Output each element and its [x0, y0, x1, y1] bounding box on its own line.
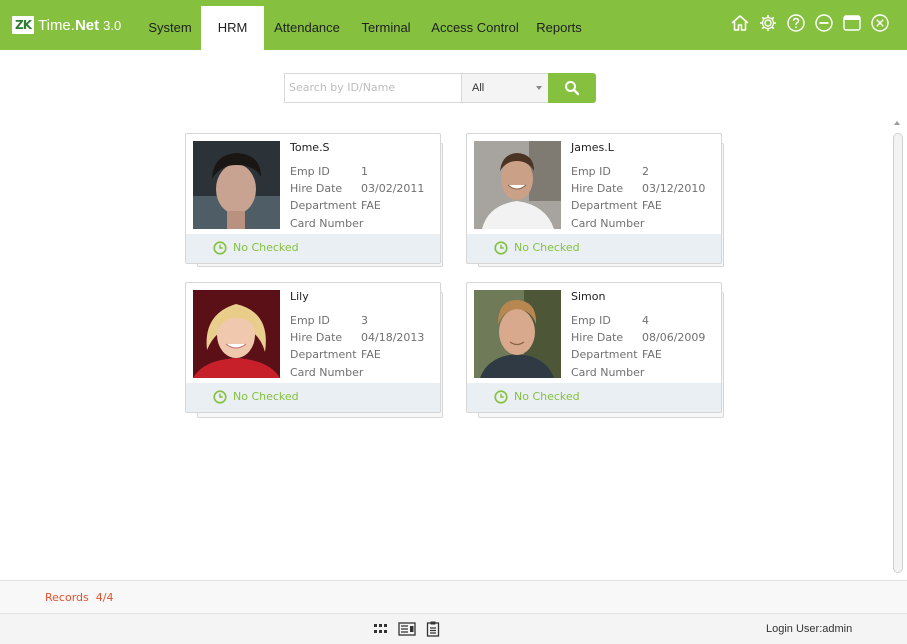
- tab-hrm[interactable]: HRM: [201, 6, 264, 50]
- maximize-icon[interactable]: [841, 12, 863, 34]
- top-nav-bar: ZK Time.Net 3.0 System HRM Attendance Te…: [0, 0, 907, 50]
- hire-date-label: Hire Date: [290, 182, 343, 195]
- check-status: No Checked: [514, 241, 580, 254]
- records-count: Records 4/4: [45, 591, 114, 604]
- view-switcher: [372, 620, 442, 638]
- check-status: No Checked: [514, 390, 580, 403]
- tab-attendance[interactable]: Attendance: [264, 6, 350, 50]
- employee-name: Simon: [571, 290, 606, 303]
- employee-card[interactable]: James.L Emp ID 2 Hire Date 03/12/2010 De…: [466, 133, 722, 264]
- hire-date-value: 03/02/2011: [361, 182, 425, 195]
- emp-id-value: 1: [361, 165, 368, 178]
- card-number-label: Card Number: [290, 366, 364, 379]
- employee-photo: [193, 141, 280, 229]
- card-number-label: Card Number: [571, 217, 645, 230]
- employee-photo: [193, 290, 280, 378]
- department-value: FAE: [642, 348, 662, 361]
- department-label: Department: [571, 199, 638, 212]
- hire-date-label: Hire Date: [290, 331, 343, 344]
- clock-icon: [494, 390, 508, 404]
- check-status: No Checked: [233, 390, 299, 403]
- grid-view-icon[interactable]: [372, 620, 390, 638]
- employee-photo: [474, 141, 561, 229]
- clock-icon: [213, 390, 227, 404]
- emp-id-label: Emp ID: [290, 165, 330, 178]
- card-footer: No Checked: [186, 234, 440, 263]
- home-icon[interactable]: [729, 12, 751, 34]
- list-view-icon[interactable]: [424, 620, 442, 638]
- hire-date-value: 04/18/2013: [361, 331, 425, 344]
- card-footer: No Checked: [186, 383, 440, 412]
- emp-id-value: 3: [361, 314, 368, 327]
- vertical-scrollbar[interactable]: [893, 133, 903, 573]
- status-bar: Login User:admin: [0, 613, 907, 644]
- clock-icon: [494, 241, 508, 255]
- filter-select-value: All: [472, 82, 485, 94]
- minimize-icon[interactable]: [813, 12, 835, 34]
- window-controls: [729, 12, 891, 34]
- tab-reports[interactable]: Reports: [529, 6, 589, 50]
- emp-id-label: Emp ID: [290, 314, 330, 327]
- employee-card[interactable]: Tome.S Emp ID 1 Hire Date 03/02/2011 Dep…: [185, 133, 441, 264]
- search-button[interactable]: [548, 73, 596, 103]
- tab-terminal[interactable]: Terminal: [354, 6, 418, 50]
- employee-name: Tome.S: [290, 141, 330, 154]
- department-label: Department: [571, 348, 638, 361]
- scroll-up-arrow-icon[interactable]: [894, 121, 900, 125]
- search-input[interactable]: [289, 74, 461, 101]
- search-icon: [565, 81, 580, 96]
- app-logo: ZK Time.Net 3.0: [12, 15, 121, 35]
- help-icon[interactable]: [785, 12, 807, 34]
- search-field[interactable]: [284, 73, 461, 103]
- emp-id-label: Emp ID: [571, 165, 611, 178]
- department-value: FAE: [361, 199, 381, 212]
- hire-date-label: Hire Date: [571, 182, 624, 195]
- employee-card[interactable]: Simon Emp ID 4 Hire Date 08/06/2009 Depa…: [466, 282, 722, 413]
- card-view-icon[interactable]: [398, 620, 416, 638]
- tab-system[interactable]: System: [140, 6, 200, 50]
- logo-badge: ZK: [12, 16, 34, 34]
- card-footer: No Checked: [467, 234, 721, 263]
- emp-id-value: 4: [642, 314, 649, 327]
- emp-id-label: Emp ID: [571, 314, 611, 327]
- filter-select[interactable]: All: [461, 73, 549, 103]
- department-label: Department: [290, 199, 357, 212]
- login-user: Login User:admin: [766, 623, 853, 635]
- hire-date-value: 08/06/2009: [642, 331, 706, 344]
- employee-name: Lily: [290, 290, 309, 303]
- card-number-label: Card Number: [571, 366, 645, 379]
- caret-down-icon: [536, 86, 542, 90]
- department-value: FAE: [642, 199, 662, 212]
- employee-name: James.L: [571, 141, 614, 154]
- close-icon[interactable]: [869, 12, 891, 34]
- app-version: 3.0: [103, 17, 122, 33]
- card-footer: No Checked: [467, 383, 721, 412]
- records-bar: Records 4/4: [0, 580, 907, 613]
- tab-access-control[interactable]: Access Control: [426, 6, 524, 50]
- check-status: No Checked: [233, 241, 299, 254]
- gear-icon[interactable]: [757, 12, 779, 34]
- department-label: Department: [290, 348, 357, 361]
- employee-photo: [474, 290, 561, 378]
- logo-text: Time.Net: [38, 16, 100, 34]
- card-number-label: Card Number: [290, 217, 364, 230]
- emp-id-value: 2: [642, 165, 649, 178]
- hire-date-label: Hire Date: [571, 331, 624, 344]
- department-value: FAE: [361, 348, 381, 361]
- hire-date-value: 03/12/2010: [642, 182, 706, 195]
- clock-icon: [213, 241, 227, 255]
- employee-card[interactable]: Lily Emp ID 3 Hire Date 04/18/2013 Depar…: [185, 282, 441, 413]
